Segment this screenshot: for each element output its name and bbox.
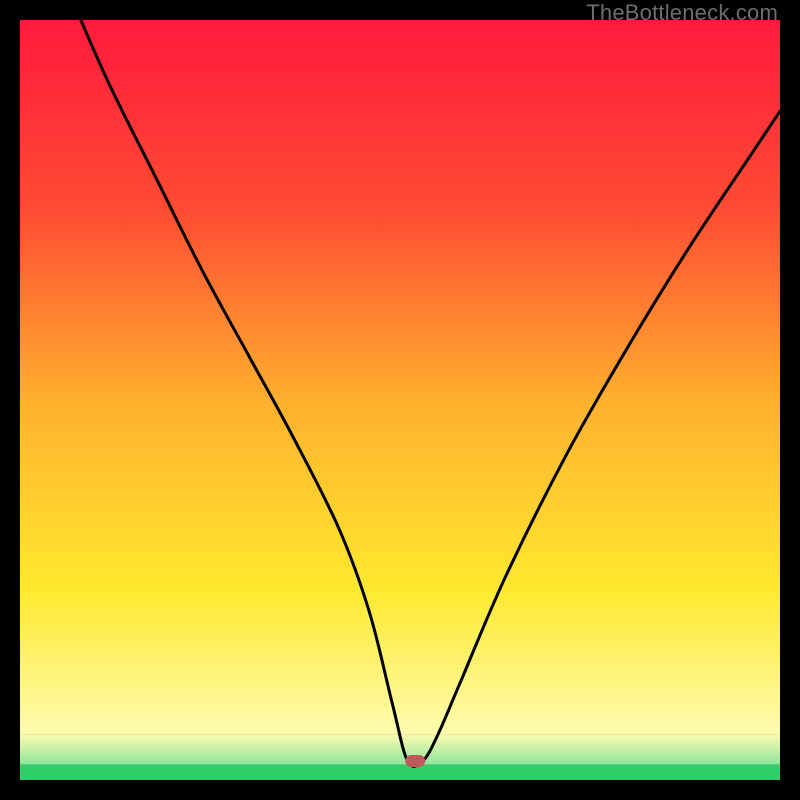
chart-frame: TheBottleneck.com [0,0,800,800]
min-marker [405,755,425,767]
chart-svg [20,20,780,780]
plot-area [20,20,780,780]
